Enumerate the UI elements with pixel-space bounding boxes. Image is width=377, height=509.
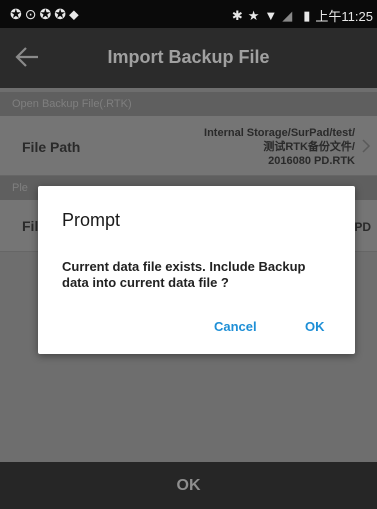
bluetooth-icon: ✱ — [231, 7, 243, 23]
notification-icon: ✪ — [54, 6, 69, 22]
ok-button[interactable]: OK — [305, 319, 325, 334]
wifi-icon: ▼ — [264, 8, 278, 23]
battery-icon: ▮ — [303, 7, 311, 23]
status-notification-icons: ✪⊙✪✪⬥ — [10, 6, 82, 23]
bottom-ok-button[interactable]: OK — [177, 462, 201, 509]
star-icon: ★ — [247, 7, 260, 23]
prompt-dialog: Prompt Current data file exists. Include… — [38, 186, 355, 354]
notification-icon: ✪ — [10, 6, 25, 22]
location-icon: ⬥ — [68, 6, 82, 22]
dialog-title: Prompt — [62, 210, 121, 230]
page-title: Import Backup File — [107, 47, 270, 67]
file-path-row[interactable]: File Path Internal Storage/SurPad/test/ … — [0, 116, 377, 176]
sync-icon: ⊙ — [24, 6, 40, 22]
file-label: Fil — [22, 218, 39, 234]
status-time: 上午11:25 — [315, 9, 373, 24]
cancel-button[interactable]: Cancel — [214, 319, 257, 334]
app-bar: Import Backup File — [0, 28, 377, 88]
status-system-icons: ✱ ★ ▼ ◢ ▮ 上午11:25 — [232, 6, 373, 25]
notification-icon: ✪ — [39, 6, 55, 22]
signal-icon: ◢ — [282, 7, 293, 23]
dialog-message: Current data file exists. Include Backup… — [62, 259, 306, 290]
file-path-value: Internal Storage/SurPad/test/ 测试RTK备份文件/… — [204, 127, 355, 167]
section-header-open-backup: Open Backup File(.RTK) — [0, 92, 377, 116]
status-bar: ✪⊙✪✪⬥ ✱ ★ ▼ ◢ ▮ 上午11:25 — [0, 0, 377, 28]
file-value: PD — [354, 220, 371, 234]
chevron-right-icon — [362, 139, 371, 153]
bottom-bar: OK — [0, 462, 377, 509]
file-path-label: File Path — [22, 139, 81, 155]
